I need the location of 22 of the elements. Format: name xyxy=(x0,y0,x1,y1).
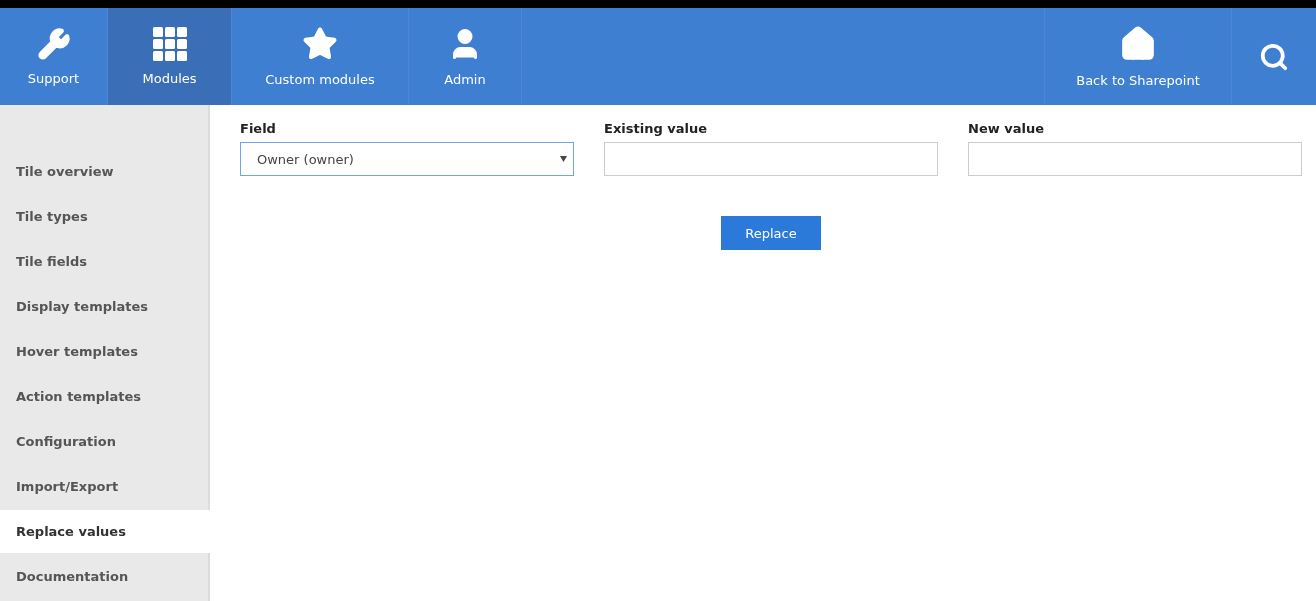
field-label: Field xyxy=(240,121,277,136)
sidebar-item[interactable]: Documentation xyxy=(0,555,208,598)
sidebar-item[interactable]: Tile fields xyxy=(0,240,208,283)
star-icon xyxy=(302,26,338,62)
field-label: Existing value xyxy=(604,121,708,136)
nav-tab[interactable]: Modules xyxy=(108,8,232,105)
search-icon xyxy=(1259,41,1289,72)
sidebar-item[interactable]: Tile types xyxy=(0,195,208,238)
sidebar-item[interactable]: Configuration xyxy=(0,420,208,463)
field-label: New value xyxy=(968,121,1045,136)
wrench-icon xyxy=(36,27,71,61)
sidebar-item[interactable]: Tile overview xyxy=(0,150,208,193)
sidebar-item[interactable]: Import/Export xyxy=(0,465,208,508)
house-icon xyxy=(1119,25,1157,63)
sidebar-item[interactable]: Action templates xyxy=(0,375,208,418)
sidebar-item[interactable]: Display templates xyxy=(0,285,208,328)
grid-icon xyxy=(152,27,187,61)
select-field[interactable]: Owner (owner) xyxy=(240,142,574,176)
sidebar-item[interactable]: Replace values xyxy=(0,510,210,553)
replace-button[interactable]: Replace xyxy=(721,216,821,250)
sidebar-item[interactable]: Hover templates xyxy=(0,330,208,373)
caret-icon xyxy=(560,156,567,162)
